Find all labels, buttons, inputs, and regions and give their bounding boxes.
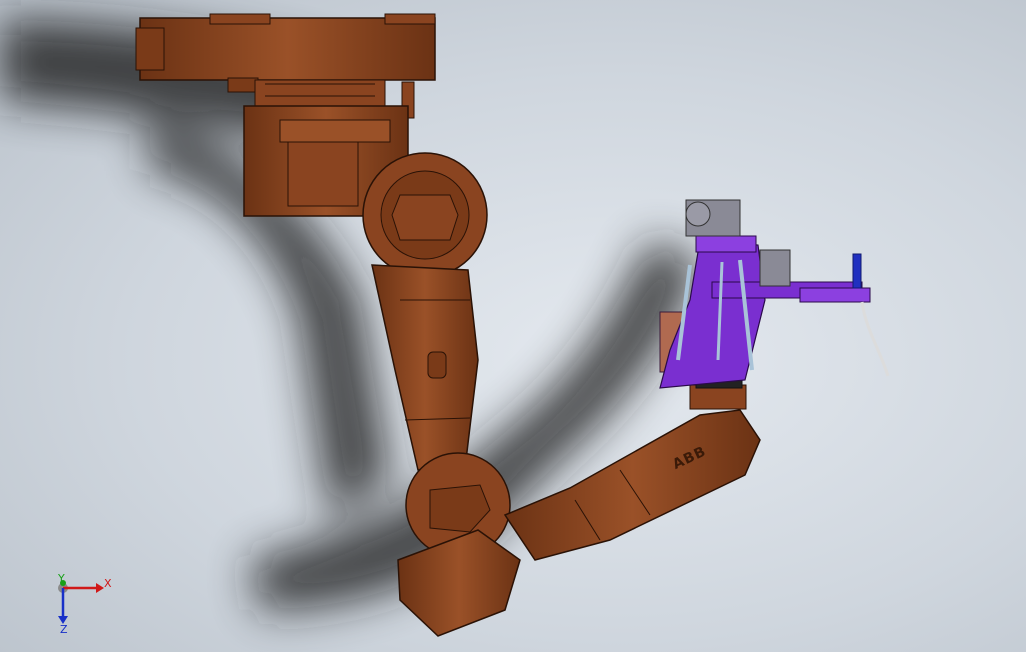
robot-lower-arm [371, 264, 479, 471]
3d-model-viewport[interactable]: ABB X Y Z [0, 0, 1026, 652]
coordinate-triad: X Y Z [57, 572, 112, 636]
z-axis-label: Z [60, 623, 68, 636]
x-axis-label: X [104, 577, 112, 590]
y-axis-label: Y [57, 572, 65, 585]
end-effector-tool [659, 199, 890, 389]
